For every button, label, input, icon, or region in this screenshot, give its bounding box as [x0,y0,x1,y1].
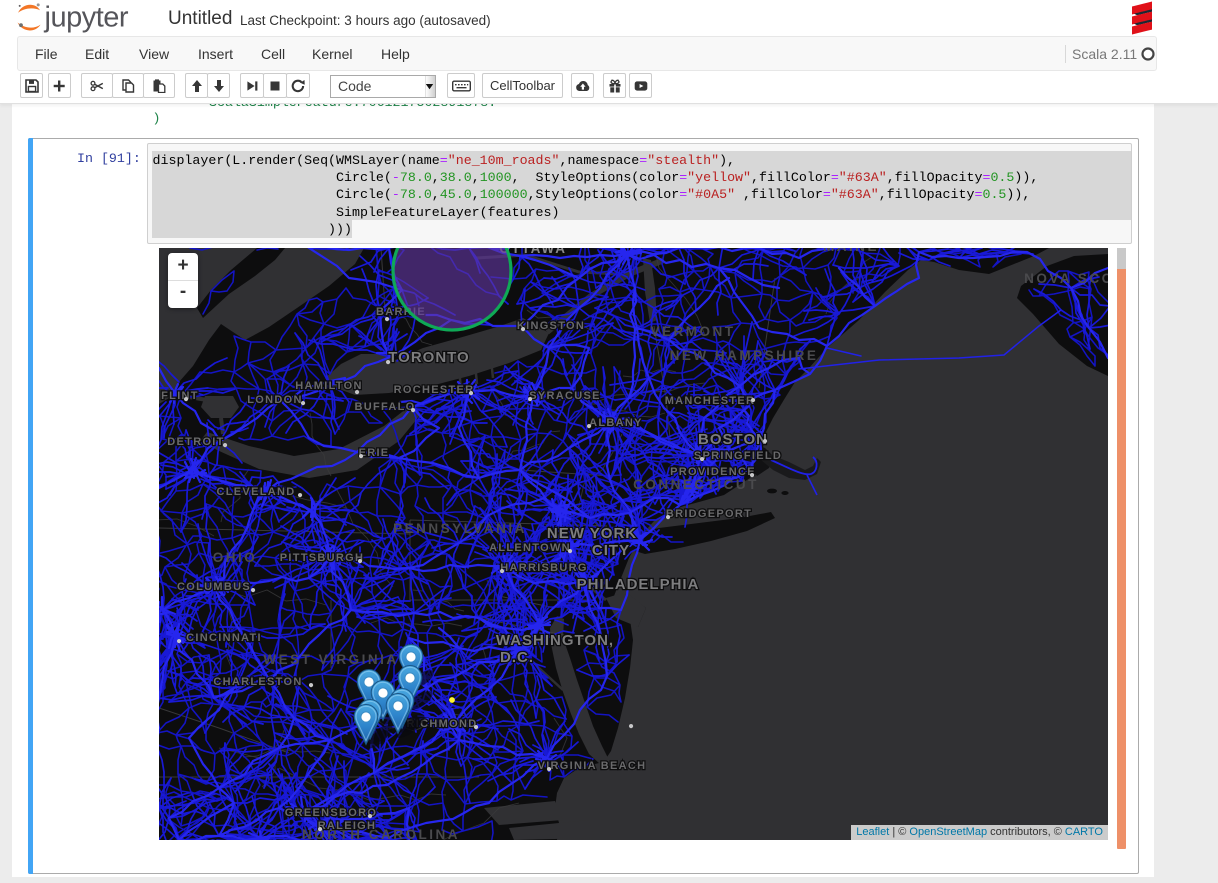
svg-text:NEW HAMPSHIRE: NEW HAMPSHIRE [670,348,819,363]
svg-text:ALLENTOWN: ALLENTOWN [489,542,571,554]
svg-text:MAINE: MAINE [823,248,879,254]
svg-text:ROCHESTER: ROCHESTER [394,384,475,396]
svg-text:PENNSYLVANIA: PENNSYLVANIA [393,521,527,536]
svg-text:FLINT: FLINT [161,390,199,402]
svg-text:VERMONT: VERMONT [651,324,736,339]
svg-text:D.C.: D.C. [500,649,534,666]
svg-text:jupyter: jupyter [44,2,129,34]
svg-text:NEW YORK: NEW YORK [547,525,637,542]
svg-text:CITY: CITY [592,542,630,559]
svg-text:OHIO: OHIO [213,550,258,565]
svg-text:VIRGINIA BEACH: VIRGINIA BEACH [538,760,647,772]
svg-text:TORONTO: TORONTO [388,349,469,366]
svg-text:GREENSBORO: GREENSBORO [285,807,377,819]
svg-text:WEST VIRGINIA: WEST VIRGINIA [263,652,398,667]
svg-text:HAMILTON: HAMILTON [295,380,362,392]
svg-text:ERIE: ERIE [359,447,390,459]
svg-text:PITTSBURGH: PITTSBURGH [280,552,365,564]
svg-text:SYRACUSE: SYRACUSE [529,390,601,402]
svg-text:CLEVELAND: CLEVELAND [217,486,296,498]
svg-text:PHILADELPHIA: PHILADELPHIA [577,576,700,593]
svg-text:CINCINNATI: CINCINNATI [186,632,262,644]
svg-text:KINGSTON: KINGSTON [517,320,585,332]
svg-text:CONNECTICUT: CONNECTICUT [633,477,759,492]
svg-text:CHARLESTON: CHARLESTON [213,676,302,688]
svg-text:COLUMBUS: COLUMBUS [177,581,251,593]
svg-text:HARRISBURG: HARRISBURG [500,562,588,574]
svg-text:BOSTON: BOSTON [698,431,768,448]
svg-text:WASHINGTON,: WASHINGTON, [496,632,614,649]
svg-text:BUFFALO: BUFFALO [354,401,415,413]
svg-text:LONDON: LONDON [247,394,302,406]
svg-text:RALEIGH: RALEIGH [318,820,377,832]
svg-text:NOVA SCOTIA: NOVA SCOTIA [1024,271,1108,286]
svg-text:BRIDGEPORT: BRIDGEPORT [666,508,752,520]
svg-text:ALBANY: ALBANY [589,417,643,429]
svg-text:SPRINGFIELD: SPRINGFIELD [694,450,782,462]
svg-text:DETROIT: DETROIT [167,436,224,448]
svg-text:MANCHESTER: MANCHESTER [665,395,756,407]
svg-text:PROVIDENCE: PROVIDENCE [670,466,756,478]
